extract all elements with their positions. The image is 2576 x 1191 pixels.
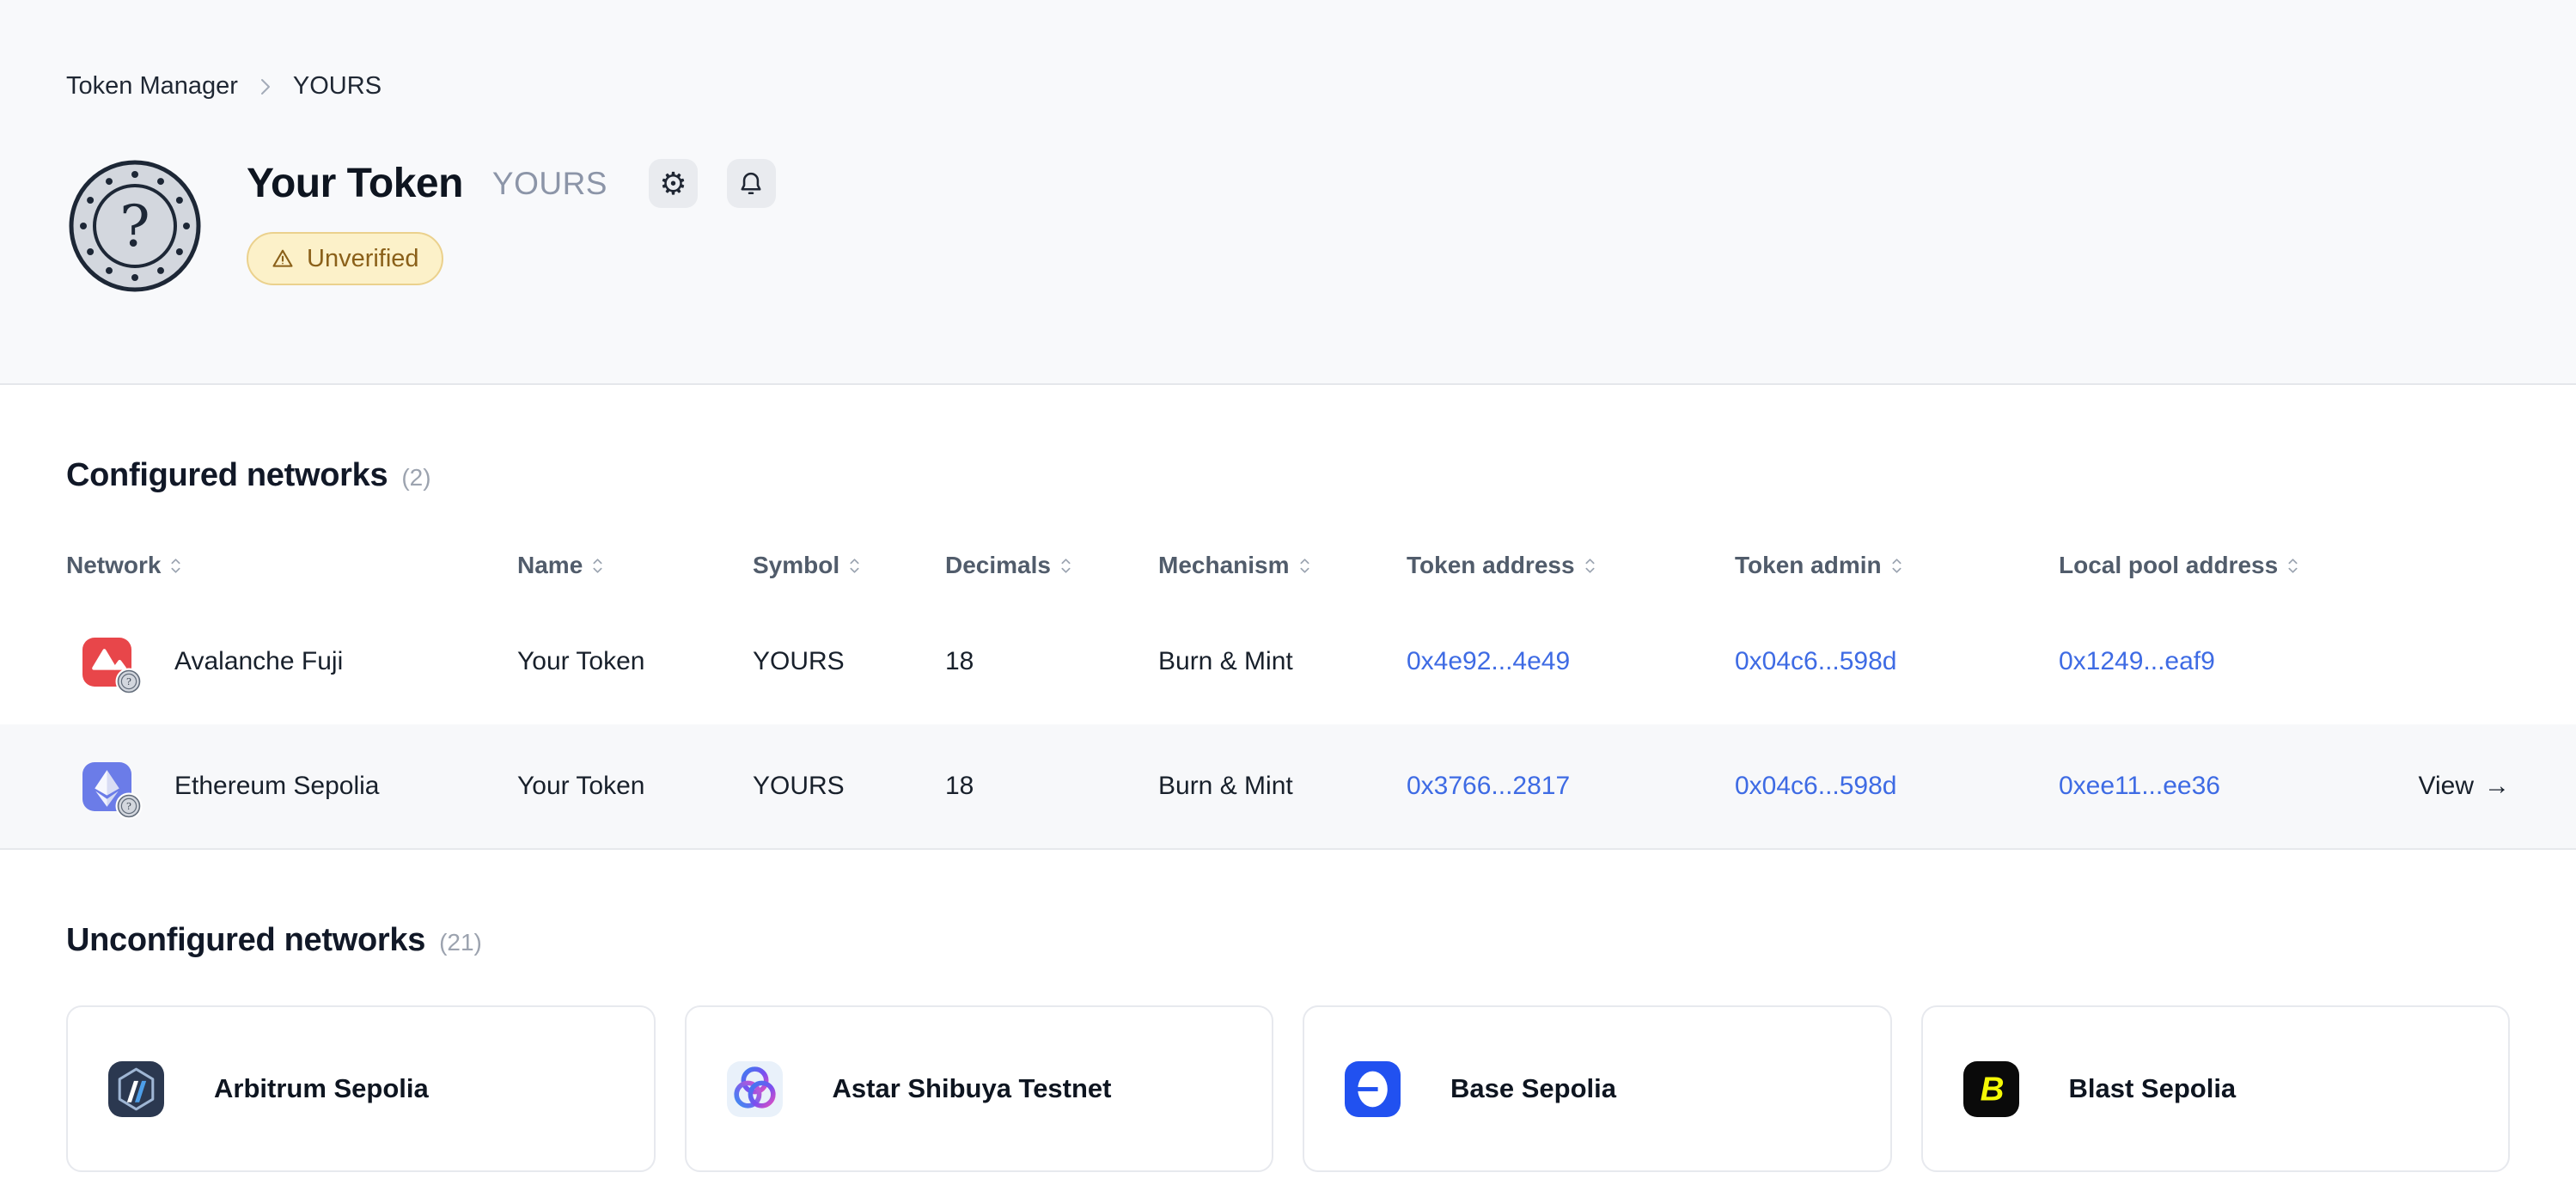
- arrow-right-icon: →: [2484, 772, 2510, 801]
- column-header-token-address[interactable]: Token address: [1407, 552, 1735, 579]
- sort-icon: [848, 556, 861, 576]
- sort-icon: [1584, 556, 1596, 576]
- status-badge-label: Unverified: [307, 245, 419, 273]
- cell-name: Your Token: [517, 772, 753, 801]
- sort-icon: [169, 556, 182, 576]
- sort-icon: [2286, 556, 2299, 576]
- cell-mechanism: Burn & Mint: [1158, 772, 1407, 801]
- svg-text:?: ?: [126, 676, 131, 687]
- unconfigured-networks-grid: Arbitrum Sepolia: [66, 1005, 2510, 1172]
- configured-networks-title: Configured networks: [66, 457, 388, 494]
- network-card-astar-shibuya-testnet[interactable]: Astar Shibuya Testnet: [685, 1005, 1274, 1172]
- network-name: Avalanche Fuji: [174, 647, 343, 676]
- token-avatar: ?: [66, 157, 204, 295]
- svg-text:?: ?: [126, 801, 131, 812]
- breadcrumb: Token Manager YOURS: [66, 0, 2510, 101]
- svg-text:B: B: [1980, 1071, 2004, 1108]
- settings-button[interactable]: ⚙: [649, 159, 698, 208]
- cell-symbol: YOURS: [753, 647, 945, 676]
- warning-triangle-icon: [271, 247, 295, 271]
- avatar-question-glyph: ?: [119, 193, 150, 260]
- main-content: Configured networks (2) Network Name Sym…: [0, 385, 2576, 1172]
- token-symbol: YOURS: [492, 166, 607, 202]
- table-row[interactable]: ? Avalanche Fuji Your Token YOURS 18 Bur…: [66, 599, 2510, 724]
- sort-icon: [1890, 556, 1903, 576]
- network-name: Ethereum Sepolia: [174, 772, 379, 801]
- column-header-name[interactable]: Name: [517, 552, 753, 579]
- ethereum-network-icon: ?: [82, 762, 131, 811]
- sort-icon: [1059, 556, 1072, 576]
- token-admin-link[interactable]: 0x04c6...598d: [1735, 647, 2059, 676]
- table-header-row: Network Name Symbol Decimals Mechanism T…: [66, 532, 2510, 599]
- card-network-name: Base Sepolia: [1450, 1073, 1616, 1104]
- view-link[interactable]: View →: [2419, 772, 2510, 801]
- cell-decimals: 18: [945, 772, 1158, 801]
- column-header-symbol[interactable]: Symbol: [753, 552, 945, 579]
- column-header-network[interactable]: Network: [66, 552, 517, 579]
- card-network-name: Blast Sepolia: [2069, 1073, 2237, 1104]
- token-mini-coin-icon: ?: [115, 792, 143, 820]
- local-pool-address-link[interactable]: 0xee11...ee36: [2059, 772, 2351, 801]
- table-row[interactable]: ? Ethereum Sepolia Your Token YOURS 18 B…: [0, 724, 2576, 850]
- column-header-decimals[interactable]: Decimals: [945, 552, 1158, 579]
- chevron-right-icon: [259, 76, 272, 97]
- breadcrumb-current: YOURS: [293, 72, 382, 101]
- gear-icon: ⚙: [659, 168, 687, 199]
- network-card-base-sepolia[interactable]: Base Sepolia: [1303, 1005, 1892, 1172]
- base-network-icon: [1345, 1061, 1401, 1117]
- card-network-name: Arbitrum Sepolia: [214, 1073, 429, 1104]
- arbitrum-network-icon: [108, 1061, 164, 1117]
- configured-networks-table: Network Name Symbol Decimals Mechanism T…: [66, 532, 2510, 850]
- local-pool-address-link[interactable]: 0x1249...eaf9: [2059, 647, 2351, 676]
- cell-symbol: YOURS: [753, 772, 945, 801]
- network-card-arbitrum-sepolia[interactable]: Arbitrum Sepolia: [66, 1005, 656, 1172]
- avalanche-network-icon: ?: [82, 638, 131, 687]
- token-address-link[interactable]: 0x3766...2817: [1407, 772, 1735, 801]
- sort-icon: [1298, 556, 1311, 576]
- page-title: Your Token: [247, 160, 463, 207]
- status-badge-unverified: Unverified: [247, 232, 443, 285]
- column-header-mechanism[interactable]: Mechanism: [1158, 552, 1407, 579]
- card-network-name: Astar Shibuya Testnet: [833, 1073, 1112, 1104]
- blast-network-icon: B: [1963, 1061, 2019, 1117]
- token-mini-coin-icon: ?: [115, 668, 143, 695]
- sort-icon: [591, 556, 604, 576]
- unconfigured-networks-title: Unconfigured networks: [66, 922, 425, 959]
- column-header-local-pool-address[interactable]: Local pool address: [2059, 552, 2351, 579]
- network-card-blast-sepolia[interactable]: B Blast Sepolia: [1921, 1005, 2511, 1172]
- configured-networks-count: (2): [401, 464, 430, 492]
- astar-network-icon: [727, 1061, 783, 1117]
- token-admin-link[interactable]: 0x04c6...598d: [1735, 772, 2059, 801]
- cell-decimals: 18: [945, 647, 1158, 676]
- breadcrumb-token-manager[interactable]: Token Manager: [66, 72, 238, 101]
- cell-name: Your Token: [517, 647, 753, 676]
- unconfigured-networks-count: (21): [439, 929, 482, 956]
- notifications-button[interactable]: [727, 159, 776, 208]
- token-address-link[interactable]: 0x4e92...4e49: [1407, 647, 1735, 676]
- page-header-section: Token Manager YOURS ? Your Token: [0, 0, 2576, 385]
- column-header-token-admin[interactable]: Token admin: [1735, 552, 2059, 579]
- cell-mechanism: Burn & Mint: [1158, 647, 1407, 676]
- bell-icon: [736, 169, 766, 198]
